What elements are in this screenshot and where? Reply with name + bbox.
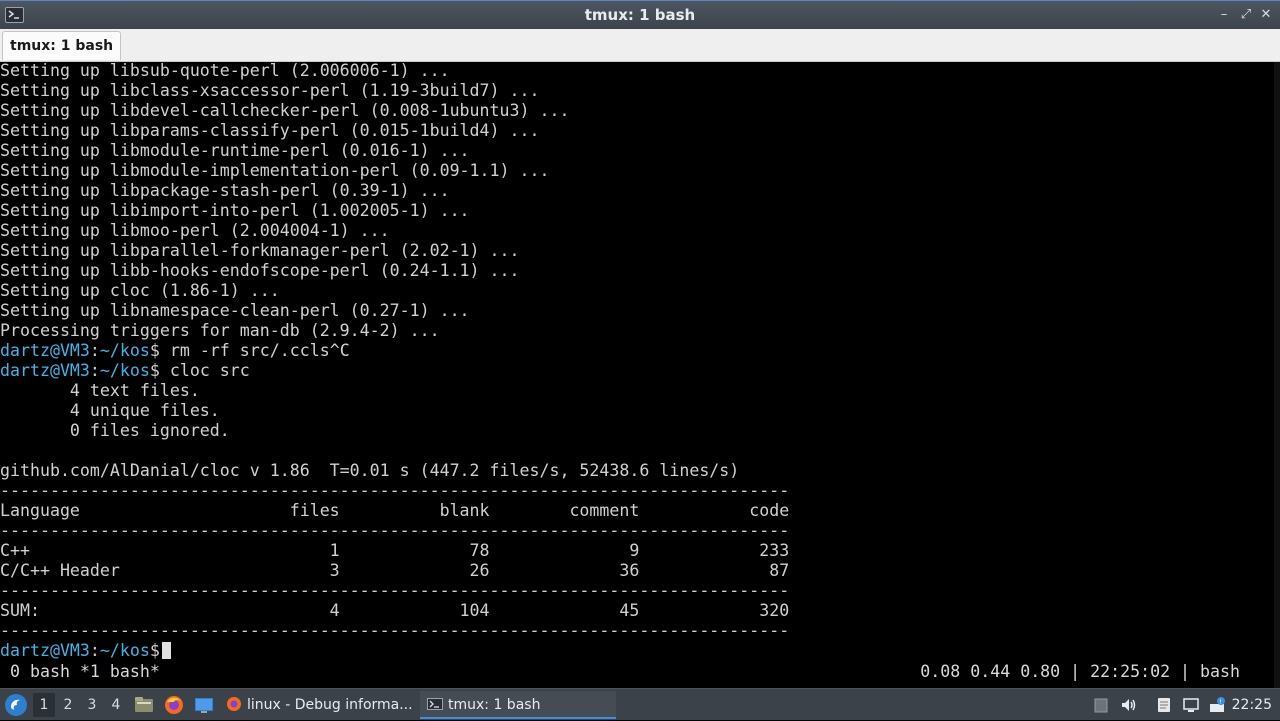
cloc-line: 4 text files. bbox=[0, 381, 200, 400]
window-title: tmux: 1 bash bbox=[584, 6, 696, 24]
terminal-area[interactable]: Setting up libsub-quote-perl (2.006006-1… bbox=[0, 61, 1280, 688]
volume-icon[interactable] bbox=[1120, 696, 1138, 714]
workspace-2[interactable]: 2 bbox=[57, 693, 79, 717]
task-label: tmux: 1 bash bbox=[448, 697, 541, 713]
command-text: cloc src bbox=[169, 361, 250, 380]
command-text: rm -rf src/.ccls^C bbox=[169, 341, 350, 360]
tmux-status-bar: 0 bash *1 bash* 0.08 0.44 0.80 | 22:25:0… bbox=[0, 662, 1280, 682]
terminal-line: Setting up libmodule-runtime-perl (0.016… bbox=[0, 141, 470, 160]
terminal-line: Setting up libclass-xsaccessor-perl (1.1… bbox=[0, 81, 540, 100]
task-label: linux - Debug informa... bbox=[247, 697, 413, 713]
terminal-line: Processing triggers for man-db (2.9.4-2)… bbox=[0, 321, 440, 340]
display-icon[interactable] bbox=[1182, 696, 1200, 714]
terminal-scrollbar[interactable] bbox=[1274, 62, 1280, 688]
cloc-line: C++ 1 78 9 233 bbox=[0, 541, 790, 560]
terminal-line: Setting up libmodule-implementation-perl… bbox=[0, 161, 550, 180]
terminal-line: Setting up libdevel-callchecker-perl (0.… bbox=[0, 101, 570, 120]
cloc-line: 4 unique files. bbox=[0, 401, 220, 420]
notes-icon[interactable] bbox=[1155, 696, 1173, 714]
firefox-icon[interactable] bbox=[163, 694, 185, 716]
task-tmux-window[interactable]: tmux: 1 bash bbox=[420, 691, 616, 719]
prompt-path: ~/kos bbox=[99, 341, 150, 360]
cloc-line: SUM: 4 104 45 320 bbox=[0, 601, 790, 620]
cloc-line: github.com/AlDanial/cloc v 1.86 T=0.01 s… bbox=[0, 461, 740, 480]
tab-bar: tmux: 1 bash bbox=[0, 29, 1280, 62]
prompt-user: dartz@VM3 bbox=[0, 361, 90, 380]
prompt-path: ~/kos bbox=[99, 641, 150, 660]
maximize-icon[interactable]: ⤢ bbox=[1238, 6, 1254, 24]
terminal-line: Setting up libsub-quote-perl (2.006006-1… bbox=[0, 61, 450, 80]
prompt-user: dartz@VM3 bbox=[0, 641, 90, 660]
cloc-line: ----------------------------------------… bbox=[0, 481, 790, 500]
file-manager-icon[interactable] bbox=[133, 694, 155, 716]
text-cursor bbox=[161, 642, 171, 659]
cloc-line: ----------------------------------------… bbox=[0, 521, 790, 540]
terminal-line: Setting up libb-hooks-endofscope-perl (0… bbox=[0, 261, 520, 280]
workspace-1[interactable]: 1 bbox=[33, 693, 55, 717]
prompt-path: ~/kos bbox=[99, 361, 150, 380]
terminal-line: Setting up libimport-into-perl (1.002005… bbox=[0, 201, 470, 220]
cloc-line: ----------------------------------------… bbox=[0, 621, 790, 640]
terminal-line: Setting up libmoo-perl (2.004004-1) ... bbox=[0, 221, 390, 240]
prompt-line: dartz@VM3:~/kos$ cloc src bbox=[0, 361, 250, 380]
prompt-user: dartz@VM3 bbox=[0, 341, 90, 360]
terminal-icon bbox=[427, 694, 443, 710]
desktop-icon[interactable] bbox=[193, 694, 215, 716]
svg-text:!: ! bbox=[1220, 699, 1222, 706]
workspace-3[interactable]: 3 bbox=[81, 693, 103, 717]
terminal-line: Setting up libpackage-stash-perl (0.39-1… bbox=[0, 181, 450, 200]
taskbar: 1 2 3 4 linux - Debug informa... tmux: 1… bbox=[0, 688, 1280, 720]
tmux-status-right: 0.08 0.44 0.80 | 22:25:02 | bash bbox=[920, 662, 1240, 681]
firefox-icon bbox=[226, 694, 242, 711]
start-menu-icon[interactable] bbox=[5, 694, 27, 716]
clipboard-icon[interactable] bbox=[1092, 696, 1110, 714]
cloc-line: ----------------------------------------… bbox=[0, 581, 790, 600]
taskbar-clock[interactable]: 22:25 bbox=[1232, 689, 1272, 721]
terminal-line: Setting up cloc (1.86-1) ... bbox=[0, 281, 280, 300]
network-icon[interactable]: ! bbox=[1208, 696, 1226, 714]
terminal-line: Setting up libparallel-forkmanager-perl … bbox=[0, 241, 520, 260]
cloc-line: C/C++ Header 3 26 36 87 bbox=[0, 561, 790, 580]
cloc-line: 0 files ignored. bbox=[0, 421, 230, 440]
cloc-line: Language files blank comment code bbox=[0, 501, 790, 520]
task-firefox-window[interactable]: linux - Debug informa... bbox=[223, 691, 415, 719]
window-titlebar[interactable]: tmux: 1 bash – ⤢ ✕ bbox=[0, 0, 1280, 29]
close-icon[interactable]: ✕ bbox=[1258, 6, 1274, 24]
prompt-line: dartz@VM3:~/kos$ bbox=[0, 641, 171, 661]
minimize-icon[interactable]: – bbox=[1216, 6, 1232, 24]
terminal-line: Setting up libnamespace-clean-perl (0.27… bbox=[0, 301, 470, 320]
prompt-line: dartz@VM3:~/kos$ rm -rf src/.ccls^C bbox=[0, 341, 350, 360]
tmux-window-list[interactable]: 0 bash *1 bash* bbox=[0, 662, 160, 682]
tab-tmux-bash[interactable]: tmux: 1 bash bbox=[2, 31, 122, 60]
workspace-4[interactable]: 4 bbox=[105, 693, 127, 717]
terminal-line: Setting up libparams-classify-perl (0.01… bbox=[0, 121, 540, 140]
